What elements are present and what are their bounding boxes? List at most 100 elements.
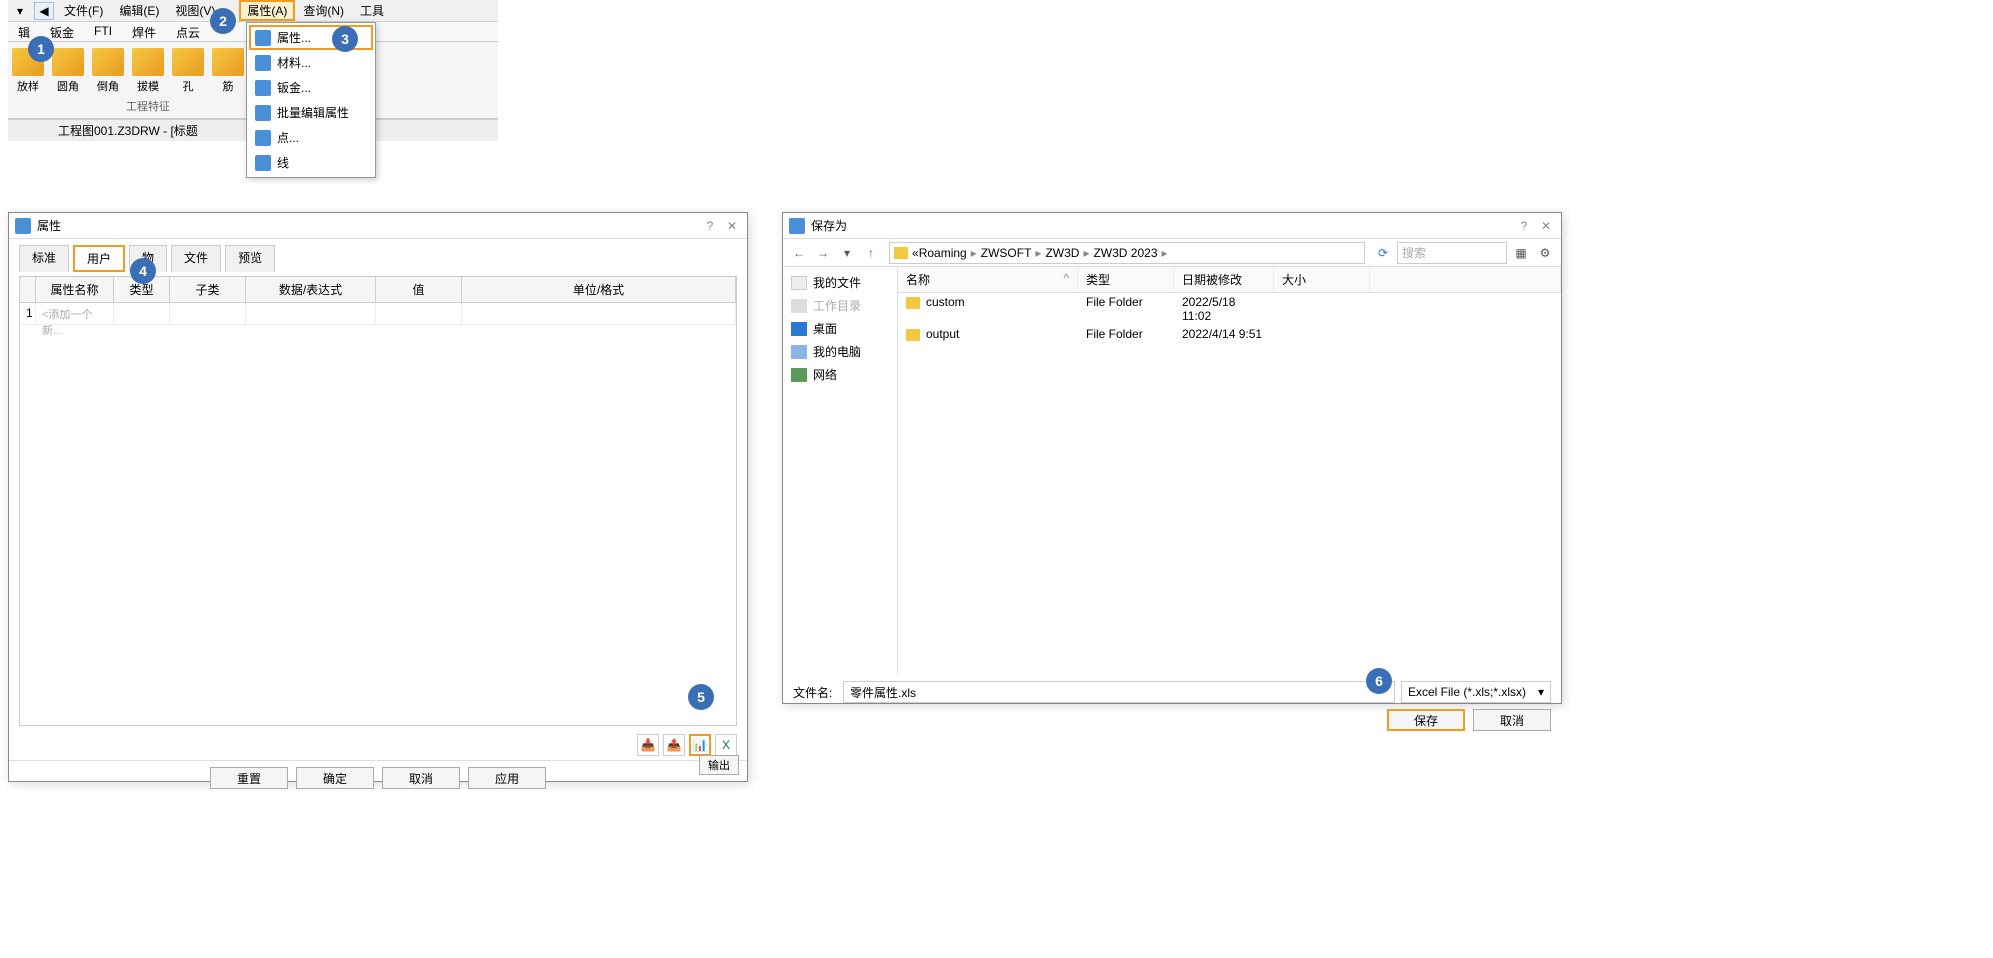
- up-button[interactable]: ↑: [861, 243, 881, 263]
- breadcrumb-prefix: «: [912, 246, 919, 260]
- sidebar-item-label: 我的文件: [813, 274, 861, 291]
- export-button[interactable]: 📤: [663, 734, 685, 756]
- ribbon-btn-label: 倒角: [97, 78, 119, 94]
- sidebar-item-computer[interactable]: 我的电脑: [787, 340, 893, 363]
- filetype-dropdown[interactable]: Excel File (*.xls;*.xlsx)▾: [1401, 681, 1551, 703]
- hole-icon: [172, 48, 204, 76]
- ribbon-tab-4[interactable]: 点云: [166, 22, 210, 41]
- save-button[interactable]: 保存: [1387, 709, 1465, 731]
- folder-icon: [906, 329, 920, 341]
- tab-standard[interactable]: 标准: [19, 245, 69, 272]
- menu-item-batch-edit[interactable]: 批量编辑属性: [249, 100, 373, 125]
- cancel-button[interactable]: 取消: [1473, 709, 1551, 731]
- import-icon: 📥: [641, 738, 656, 752]
- settings-button[interactable]: ⚙: [1535, 243, 1555, 263]
- menu-file[interactable]: 文件(F): [56, 0, 111, 21]
- menu-attributes[interactable]: 属性(A): [239, 0, 295, 21]
- breadcrumb-item[interactable]: ZW3D 2023: [1093, 246, 1157, 260]
- sidebar-item-workdir: 工作目录: [787, 294, 893, 317]
- folder-icon: [894, 247, 908, 259]
- ribbon-group-label: 工程特征: [126, 98, 170, 114]
- close-button[interactable]: ✕: [1537, 219, 1555, 233]
- col-unit[interactable]: 单位/格式: [462, 277, 736, 302]
- file-type: File Folder: [1078, 293, 1174, 325]
- cancel-button[interactable]: 取消: [382, 767, 460, 789]
- close-button[interactable]: ✕: [723, 219, 741, 233]
- ribbon-tab-3[interactable]: 焊件: [122, 22, 166, 41]
- menu-edit[interactable]: 编辑(E): [111, 0, 167, 21]
- filename-input[interactable]: [843, 681, 1395, 703]
- back-button[interactable]: ←: [789, 243, 809, 263]
- breadcrumb-item[interactable]: ZWSOFT: [981, 246, 1032, 260]
- col-subtype[interactable]: 子类: [170, 277, 246, 302]
- menu-item-material[interactable]: 材料...: [249, 50, 373, 75]
- computer-icon: [791, 345, 807, 359]
- app-menu-dropdown-icon[interactable]: ▾: [12, 3, 28, 19]
- doc-tab[interactable]: 工程图001.Z3DRW - [标题: [58, 122, 198, 139]
- document-icon: [791, 276, 807, 290]
- batch-icon: [255, 105, 271, 121]
- fillet-icon: [52, 48, 84, 76]
- tab-preview[interactable]: 预览: [225, 245, 275, 272]
- ribbon-tab-2[interactable]: FTI: [84, 22, 122, 41]
- help-button[interactable]: ?: [1515, 219, 1533, 233]
- table-row[interactable]: 1 <添加一个新...: [20, 303, 736, 325]
- sidebar-item-label: 我的电脑: [813, 343, 861, 360]
- save-body: 我的文件 工作目录 桌面 我的电脑 网络 名称 ^ 类型 日期被修改 大小 cu…: [783, 267, 1561, 675]
- col-date[interactable]: 日期被修改: [1174, 267, 1274, 292]
- dialog-title: 属性: [37, 217, 61, 234]
- col-size[interactable]: 大小: [1274, 267, 1370, 292]
- menu-query[interactable]: 查询(N): [295, 0, 352, 21]
- nav-back-button[interactable]: ◀: [34, 2, 54, 20]
- breadcrumb[interactable]: « Roaming▸ ZWSOFT▸ ZW3D▸ ZW3D 2023▸: [889, 242, 1365, 264]
- menu-item-label: 点...: [277, 129, 299, 146]
- file-list-header: 名称 ^ 类型 日期被修改 大小: [898, 267, 1561, 293]
- menu-item-line[interactable]: 线: [249, 150, 373, 175]
- ribbon-btn-label: 筋: [223, 78, 234, 94]
- reset-button[interactable]: 重置: [210, 767, 288, 789]
- refresh-button[interactable]: ⟳: [1373, 243, 1393, 263]
- excel-button[interactable]: X: [715, 734, 737, 756]
- step-badge-4: 4: [130, 258, 156, 284]
- export-excel-button[interactable]: 📊: [689, 734, 711, 756]
- sidebar-item-mydocs[interactable]: 我的文件: [787, 271, 893, 294]
- tab-file[interactable]: 文件: [171, 245, 221, 272]
- breadcrumb-item[interactable]: Roaming: [919, 246, 967, 260]
- import-button[interactable]: 📥: [637, 734, 659, 756]
- menu-item-sheetmetal[interactable]: 钣金...: [249, 75, 373, 100]
- ribbon-btn-chamfer[interactable]: 倒角: [88, 46, 128, 96]
- col-name[interactable]: 属性名称: [36, 277, 114, 302]
- new-row-placeholder[interactable]: <添加一个新...: [36, 303, 114, 325]
- file-row[interactable]: custom File Folder 2022/5/18 11:02: [898, 293, 1561, 325]
- col-value[interactable]: 值: [376, 277, 462, 302]
- chevron-down-icon: ▾: [1538, 685, 1544, 699]
- save-footer: 文件名: Excel File (*.xls;*.xlsx)▾ 保存 取消: [783, 675, 1561, 737]
- forward-button[interactable]: →: [813, 243, 833, 263]
- chamfer-icon: [92, 48, 124, 76]
- ribbon-btn-draft[interactable]: 拔模: [128, 46, 168, 96]
- ribbon-btn-hole[interactable]: 孔: [168, 46, 208, 96]
- draft-icon: [132, 48, 164, 76]
- tab-user[interactable]: 用户: [73, 245, 125, 272]
- menu-item-point[interactable]: 点...: [249, 125, 373, 150]
- properties-dialog: 属性 ? ✕ 标准 用户 物 文件 预览 属性名称 类型 子类 数据/表达式 值…: [8, 212, 748, 782]
- breadcrumb-item[interactable]: ZW3D: [1045, 246, 1079, 260]
- ribbon-btn-fillet[interactable]: 圆角: [48, 46, 88, 96]
- menu-tools[interactable]: 工具: [352, 0, 392, 21]
- help-button[interactable]: ?: [701, 219, 719, 233]
- file-row[interactable]: output File Folder 2022/4/14 9:51: [898, 325, 1561, 343]
- file-list: 名称 ^ 类型 日期被修改 大小 custom File Folder 2022…: [898, 267, 1561, 675]
- apply-button[interactable]: 应用: [468, 767, 546, 789]
- view-button[interactable]: ▦: [1511, 243, 1531, 263]
- search-input[interactable]: 搜索: [1397, 242, 1507, 264]
- ribbon-btn-rib[interactable]: 筋: [208, 46, 248, 96]
- history-dropdown[interactable]: ▾: [837, 243, 857, 263]
- excel-export-icon: 📊: [693, 738, 708, 752]
- output-button[interactable]: 输出: [699, 755, 739, 775]
- col-expression[interactable]: 数据/表达式: [246, 277, 376, 302]
- col-name[interactable]: 名称 ^: [898, 267, 1078, 292]
- sidebar-item-network[interactable]: 网络: [787, 363, 893, 386]
- sidebar-item-desktop[interactable]: 桌面: [787, 317, 893, 340]
- col-type[interactable]: 类型: [1078, 267, 1174, 292]
- ok-button[interactable]: 确定: [296, 767, 374, 789]
